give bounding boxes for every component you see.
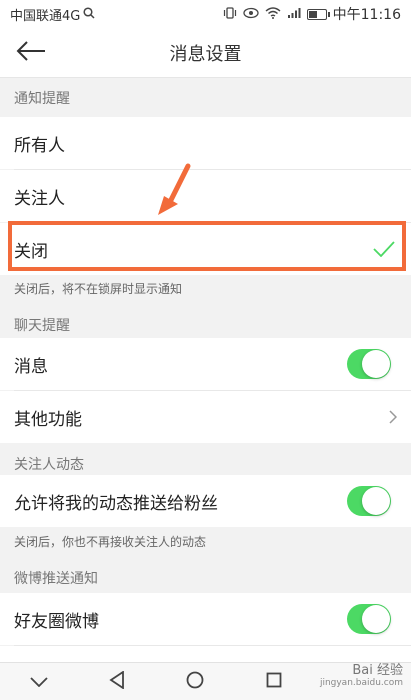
- friends-weibo-row[interactable]: 好友圈微博: [0, 593, 411, 645]
- system-recents-button[interactable]: [254, 667, 294, 697]
- option-label: 关注人: [14, 188, 65, 209]
- search-icon: [83, 6, 95, 22]
- watermark-site: jingyan.baidu.com: [319, 678, 403, 688]
- hide-nav-button[interactable]: [19, 667, 59, 697]
- nav-bar: 消息设置: [0, 28, 411, 78]
- clock-time: 中午11:16: [332, 7, 401, 23]
- other-features-row[interactable]: 其他功能: [0, 391, 411, 443]
- system-home-button[interactable]: [175, 667, 215, 697]
- vibrate-icon: [223, 6, 237, 22]
- section-header-chat: 聊天提醒: [14, 318, 70, 334]
- wifi-icon: [265, 6, 281, 22]
- chevron-right-icon: [389, 410, 397, 424]
- option-label: 关闭: [14, 241, 48, 262]
- checkmark-icon: [373, 241, 395, 257]
- message-row[interactable]: 消息: [0, 338, 411, 390]
- toggle-knob: [362, 605, 390, 633]
- back-button[interactable]: [14, 37, 48, 69]
- section-header-notify: 通知提醒: [14, 91, 70, 107]
- push-to-fans-row[interactable]: 允许将我的动态推送给粉丝: [0, 475, 411, 527]
- carrier-label: 中国联通4G: [10, 8, 81, 24]
- toggle-knob: [362, 350, 390, 378]
- arrow-left-icon: [16, 41, 46, 65]
- followed-note: 关闭后，你也不再接收关注人的动态: [14, 534, 207, 549]
- option-label: 所有人: [14, 135, 65, 156]
- notify-note: 关闭后，将不在锁屏时显示通知: [14, 281, 183, 296]
- page-title: 消息设置: [169, 43, 242, 65]
- other-features-label: 其他功能: [14, 409, 82, 430]
- option-following[interactable]: 关注人: [0, 170, 411, 222]
- toggle-knob: [362, 487, 390, 515]
- battery-icon: [306, 8, 330, 20]
- watermark: Bai 经验 jingyan.baidu.com: [320, 664, 403, 690]
- next-row-partial[interactable]: [0, 646, 411, 662]
- section-header-weibo-push: 微博推送通知: [14, 571, 98, 587]
- watermark-brand: Bai 经验: [352, 663, 403, 678]
- triangle-back-icon: [109, 669, 125, 693]
- option-all[interactable]: 所有人: [0, 117, 411, 169]
- circle-home-icon: [186, 671, 204, 693]
- system-back-button[interactable]: [97, 667, 137, 697]
- eye-icon: [242, 7, 259, 22]
- status-bar: 中国联通4G 中午11:16: [0, 0, 411, 28]
- option-off[interactable]: 关闭: [0, 223, 411, 275]
- message-toggle[interactable]: [347, 349, 391, 379]
- message-label: 消息: [14, 356, 48, 377]
- signal-icon: [287, 7, 301, 22]
- push-to-fans-toggle[interactable]: [347, 486, 391, 516]
- square-recents-icon: [266, 672, 282, 692]
- friends-weibo-label: 好友圈微博: [14, 611, 99, 632]
- push-to-fans-label: 允许将我的动态推送给粉丝: [14, 493, 218, 514]
- chevron-down-icon: [30, 672, 48, 691]
- friends-weibo-toggle[interactable]: [347, 604, 391, 634]
